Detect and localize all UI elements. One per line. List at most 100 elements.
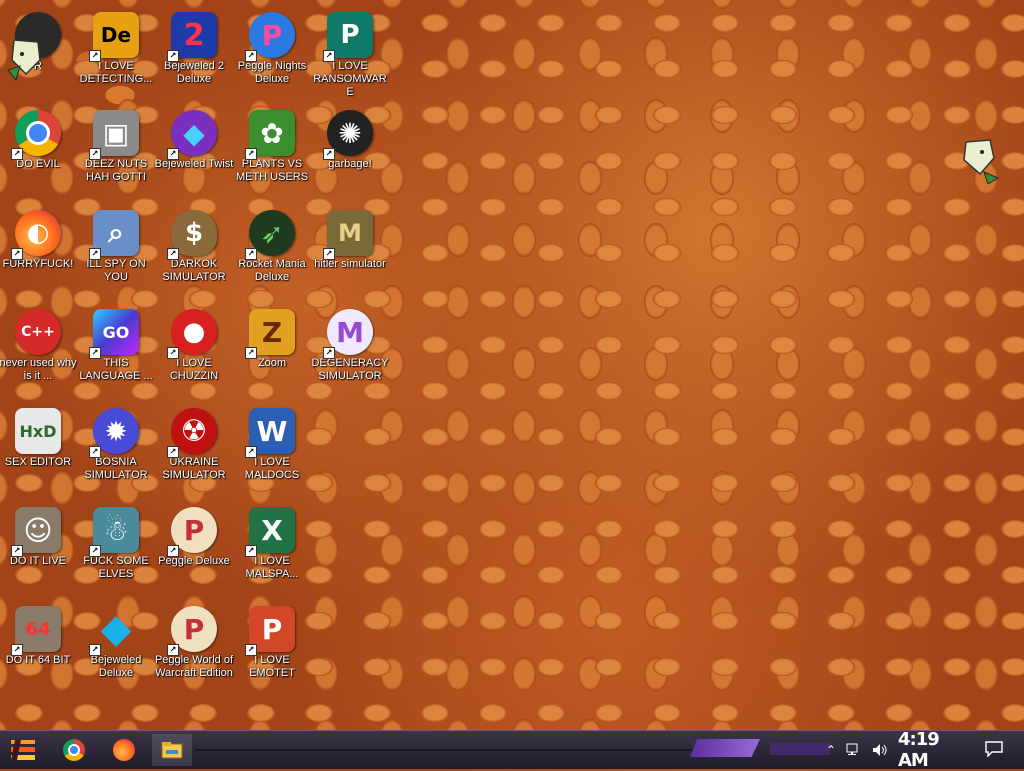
desktop-mascot-left[interactable] <box>6 36 46 82</box>
desktop-icon-network-monitor[interactable]: ⌕ ↗ ILL SPY ON YOU <box>76 204 156 296</box>
desktop-icon-money-bag[interactable]: $ ↗ DARKOK SIMULATOR <box>154 204 234 296</box>
desktop-icon-chuzzle[interactable]: ● ↗ I LOVE CHUZZIN <box>154 303 234 395</box>
santa-icon: ☃ ↗ <box>89 507 139 557</box>
powerpoint-icon: P ↗ <box>245 606 295 656</box>
desktop-icon-devcpp[interactable]: C++ never used why is it ... <box>0 303 78 395</box>
desktop-icon-portrait-64[interactable]: 64 ↗ DO IT 64 BIT <box>0 600 78 692</box>
volume-icon[interactable] <box>872 743 888 757</box>
portrait-64-icon: 64 ↗ <box>11 606 61 656</box>
desktop-mascot-right[interactable] <box>960 138 1000 184</box>
word-icon: W ↗ <box>245 408 295 458</box>
file-explorer-icon <box>161 742 183 759</box>
icon-label: Bejeweled Deluxe <box>90 654 142 679</box>
desktop-icon-zuma[interactable]: Z ↗ Zoom <box>232 303 312 395</box>
desktop-icon-powerpoint[interactable]: P ↗ I LOVE EMOTET <box>232 600 312 692</box>
icon-label: Bejeweled Twist <box>154 158 234 170</box>
chrome-icon: ↗ <box>11 110 61 160</box>
icon-label: DEEZ NUTS HAH GOTTI <box>84 158 148 183</box>
desktop-icon-firefox[interactable]: ◐ ↗ FURRYFUCK! <box>0 204 78 296</box>
peggle-wow-icon: P ↗ <box>167 606 217 656</box>
taskbar-clock[interactable]: 4:19 AM <box>898 729 966 771</box>
desktop-icon-goland[interactable]: GO ↗ THIS LANGUAGE ... <box>76 303 156 395</box>
desktop-icon-windows-stack[interactable]: ▣ ↗ DEEZ NUTS HAH GOTTI <box>76 104 156 196</box>
desktop-icon-spiky-mine[interactable]: ✹ ↗ BOSNIA SIMULATOR <box>76 402 156 494</box>
tray-chevron-icon[interactable]: ⌃ <box>826 743 836 757</box>
icon-label: Bejeweled 2 Deluxe <box>164 60 224 85</box>
icon-label: Peggle Deluxe <box>158 555 230 567</box>
devcpp-icon: C++ <box>15 309 61 355</box>
desktop-icon-bejeweled-twist[interactable]: ◆ ↗ Bejeweled Twist <box>154 104 234 196</box>
mspaint-icon: M ↗ <box>323 309 373 359</box>
desktop-icon-peggle[interactable]: P ↗ Peggle Deluxe <box>154 501 234 593</box>
windows-stack-icon: ▣ ↗ <box>89 110 139 160</box>
icon-label: Peggle World of Warcraft Edition <box>154 654 234 679</box>
ghidra-icon: ✺ ↗ <box>323 110 373 160</box>
hxd-icon: HxD <box>15 408 61 454</box>
icon-label: FUCK SOME ELVES <box>83 555 149 580</box>
desktop-icon-diamond[interactable]: ◆ ↗ Bejeweled Deluxe <box>76 600 156 692</box>
desktop-icon-coin[interactable]: M ↗ hitler simulator <box>310 204 390 296</box>
taskbar-accent-bar <box>770 743 830 755</box>
desktop-icon-santa[interactable]: ☃ ↗ FUCK SOME ELVES <box>76 501 156 593</box>
coin-icon: M ↗ <box>323 210 373 260</box>
peggle-icon: P ↗ <box>167 507 217 557</box>
excel-icon: X ↗ <box>245 507 295 557</box>
start-button[interactable] <box>2 733 44 767</box>
icon-label: Peggle Nights Deluxe <box>237 60 307 85</box>
detect-it-easy-icon: De ↗ <box>89 12 139 62</box>
icon-label: DEGENERACY SIMULATOR <box>311 357 389 382</box>
desktop-icon-publisher[interactable]: P ↗ I LOVE RANSOMWARE <box>310 6 390 98</box>
goland-icon: GO ↗ <box>89 309 139 359</box>
taskbar-decoration <box>195 749 755 751</box>
icon-label: PLANTS VS METH USERS <box>235 158 309 183</box>
plants-vs-zombies-icon: ✿ ↗ <box>245 110 295 160</box>
rocket-mania-icon: ➶ ↗ <box>245 210 295 260</box>
desktop-icon-radiation[interactable]: ☢ ↗ UKRAINE SIMULATOR <box>154 402 234 494</box>
network-icon[interactable] <box>846 743 862 757</box>
desktop-icon-chrome[interactable]: ↗ DO EVIL <box>0 104 78 196</box>
bejeweled-twist-icon: ◆ ↗ <box>167 110 217 160</box>
desktop-icon-hxd[interactable]: HxD SEX EDITOR <box>0 402 78 494</box>
taskbar-accent <box>690 739 760 757</box>
desktop-icon-peggle-nights[interactable]: P ↗ Peggle Nights Deluxe <box>232 6 312 98</box>
icon-label: I LOVE EMOTET <box>249 654 295 679</box>
firefox-icon <box>113 739 135 761</box>
desktop-icon-mspaint[interactable]: M ↗ DEGENERACY SIMULATOR <box>310 303 390 395</box>
icon-label: never used why is it ... <box>0 357 77 382</box>
taskbar-file-explorer[interactable] <box>152 734 192 766</box>
taskbar-firefox[interactable] <box>104 734 144 766</box>
desktop-icon-peggle-wow[interactable]: P ↗ Peggle World of Warcraft Edition <box>154 600 234 692</box>
taskbar-chrome[interactable] <box>54 734 94 766</box>
desktop: R De ↗ I LOVE DETECTING... 2 ↗ Bejeweled 2… <box>0 0 1024 730</box>
peggle-nights-icon: P ↗ <box>245 12 295 62</box>
publisher-icon: P ↗ <box>323 12 373 62</box>
desktop-icon-word[interactable]: W ↗ I LOVE MALDOCS <box>232 402 312 494</box>
chrome-icon <box>63 739 85 761</box>
icon-label: I LOVE DETECTING... <box>79 60 153 85</box>
portrait-icon: ☺ ↗ <box>11 507 61 557</box>
icon-label: Rocket Mania Deluxe <box>238 258 306 283</box>
desktop-icon-ghidra[interactable]: ✺ ↗ garbage! <box>310 104 390 196</box>
desktop-icon-rocket-mania[interactable]: ➶ ↗ Rocket Mania Deluxe <box>232 204 312 296</box>
notification-icon <box>985 741 1003 757</box>
chuzzle-icon: ● ↗ <box>167 309 217 359</box>
notification-center-button[interactable] <box>984 739 1004 759</box>
desktop-icon-bejeweled-2[interactable]: 2 ↗ Bejeweled 2 Deluxe <box>154 6 234 98</box>
start-menu-icon <box>11 740 35 760</box>
desktop-icon-plants-vs-zombies[interactable]: ✿ ↗ PLANTS VS METH USERS <box>232 104 312 196</box>
desktop-icon-detect-it-easy[interactable]: De ↗ I LOVE DETECTING... <box>76 6 156 98</box>
icon-label: I LOVE CHUZZIN <box>169 357 219 382</box>
zuma-icon: Z ↗ <box>245 309 295 359</box>
taskbar: ⌃ 4:19 AM <box>0 729 1024 771</box>
icon-label: SEX EDITOR <box>4 456 72 468</box>
desktop-icon-portrait[interactable]: ☺ ↗ DO IT LIVE <box>0 501 78 593</box>
radiation-icon: ☢ ↗ <box>167 408 217 458</box>
icon-label: hitler simulator <box>314 258 386 270</box>
icon-label: I LOVE MALSPA... <box>245 555 299 580</box>
bejeweled2-icon: 2 ↗ <box>167 12 217 62</box>
icon-label: THIS LANGUAGE ... <box>79 357 153 382</box>
icon-label: DARKOK SIMULATOR <box>162 258 226 283</box>
system-tray: ⌃ <box>826 737 888 763</box>
desktop-icon-excel[interactable]: X ↗ I LOVE MALSPA... <box>232 501 312 593</box>
firefox-icon: ◐ ↗ <box>11 210 61 260</box>
